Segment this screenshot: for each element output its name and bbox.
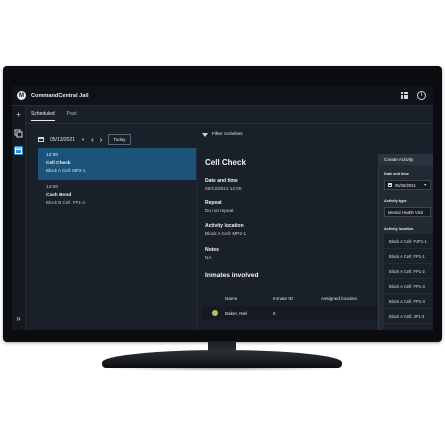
panel-date-input[interactable]: 05/28/2021 ▼	[384, 180, 431, 190]
chevron-down-icon[interactable]: ▼	[81, 137, 85, 142]
next-day-icon[interactable]: ›	[100, 135, 103, 144]
repeat-label: Repeat	[205, 200, 222, 206]
table-row[interactable]: Baker, Neil 5	[202, 306, 377, 320]
repeat-field: Repeat Do not repeat	[205, 200, 233, 213]
activity-type-value: Mental Health Visit	[388, 209, 423, 215]
copy-icon[interactable]	[14, 129, 23, 138]
schedule-item[interactable]: 12:00 Cell Check Block A Cell: MP2-1	[38, 148, 196, 180]
today-button[interactable]: Today	[108, 134, 131, 145]
date-toolbar: 05/13/2021 ▼ ‹ › Today	[38, 134, 131, 145]
activity-type-select[interactable]: Mental Health Visit	[384, 207, 431, 217]
panel-type-label: Activity type	[384, 199, 407, 203]
list-item[interactable]: Block A Cell: JP1-3	[384, 309, 433, 324]
tabs-divider	[25, 123, 433, 124]
list-item[interactable]: Block A Cell: FP1-2	[384, 264, 433, 279]
chevron-down-icon: ▼	[423, 183, 427, 187]
schedule-title: Cell Check	[46, 161, 71, 166]
add-icon[interactable]: +	[14, 110, 23, 119]
left-rail: + »	[12, 106, 26, 330]
location-value: Block A Cell: MP2-1	[205, 230, 247, 236]
location-options-list: Block A Cell: FJP1-1 Block A Cell: FP1-1…	[384, 234, 433, 330]
schedule-icon[interactable]	[14, 146, 23, 155]
inmate-name: Baker, Neil	[225, 310, 248, 316]
schedule-location: Block A Cell: MP2-1	[46, 168, 86, 173]
list-item[interactable]: Block A Cell: FP1-4	[384, 294, 433, 309]
list-item[interactable]: Block A Cell: FJP1-1	[384, 234, 433, 249]
list-item[interactable]: Block A Cell: FP1-3	[384, 279, 433, 294]
date-picker[interactable]: 05/13/2021	[50, 137, 75, 143]
create-activity-title: Create Activity	[379, 154, 433, 165]
calendar-icon[interactable]	[38, 137, 44, 142]
inmates-title: Inmates involved	[205, 272, 259, 279]
tab-scheduled[interactable]: Scheduled	[31, 111, 55, 121]
tab-past[interactable]: Past	[67, 111, 77, 121]
filter-activities-button[interactable]: Filter Activities	[202, 132, 243, 137]
avatar	[212, 310, 218, 316]
schedule-location: Block B Cell: FP1-4	[46, 200, 86, 205]
app-screen: M CommandCentral Jail i + » Scheduled Pa…	[12, 86, 433, 330]
notes-label: Notes	[205, 247, 219, 253]
panel-date-label: Date and time	[384, 172, 409, 176]
motorola-logo-icon: M	[17, 91, 26, 100]
schedule-time: 12:00	[46, 153, 59, 158]
date-label: Date and time	[205, 178, 238, 184]
info-icon[interactable]: i	[417, 91, 426, 100]
filter-label: Filter Activities	[212, 132, 243, 137]
notes-value: NA	[205, 254, 212, 260]
date-value: 05/13/2021 12:00	[205, 185, 242, 191]
previous-day-icon[interactable]: ‹	[91, 135, 94, 144]
inmate-id: 5	[273, 310, 276, 316]
monitor-frame: M CommandCentral Jail i + » Scheduled Pa…	[3, 66, 442, 342]
activity-title: Cell Check	[205, 158, 246, 167]
repeat-value: Do not repeat	[205, 207, 234, 213]
schedule-title: Cash Bond	[46, 193, 72, 198]
filter-icon	[202, 132, 208, 137]
panel-date-value: 05/28/2021	[395, 182, 416, 188]
panel-location-label: Activity location	[384, 227, 414, 231]
location-label: Activity location	[205, 223, 244, 229]
date-field: Date and time 05/13/2021 12:00	[205, 178, 242, 191]
title-bar: M CommandCentral Jail i	[12, 86, 433, 106]
schedule-list: 12:00 Cell Check Block A Cell: MP2-1 14:…	[38, 148, 197, 330]
app-title: CommandCentral Jail	[31, 92, 89, 99]
app-grid-icon[interactable]	[401, 92, 408, 99]
column-header-assigned-location: Assigned location	[321, 296, 358, 301]
list-item[interactable]: Block A Cell: FP1-1	[384, 249, 433, 264]
schedule-time: 14:00	[46, 185, 59, 190]
create-activity-panel: Create Activity Date and time 05/28/2021…	[378, 154, 433, 330]
column-header-inmate-id: Inmate ID	[273, 296, 293, 301]
expand-icon[interactable]: »	[14, 314, 23, 323]
inmates-table-header: Name Inmate ID Assigned location	[225, 296, 357, 301]
location-field: Activity location Block A Cell: MP2-1	[205, 223, 246, 236]
stand-shadow	[100, 366, 344, 371]
notes-field: Notes NA	[205, 247, 219, 260]
calendar-icon	[388, 183, 392, 187]
column-header-name: Name	[225, 296, 238, 301]
schedule-item[interactable]: 14:00 Cash Bond Block B Cell: FP1-4	[38, 180, 196, 212]
view-tabs: Scheduled Past	[31, 111, 77, 121]
